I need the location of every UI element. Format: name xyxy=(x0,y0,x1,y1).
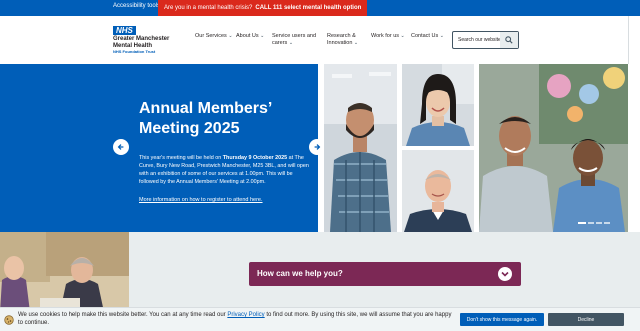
cookie-message: We use cookies to help make this website… xyxy=(18,312,452,326)
nhs-logo-badge: NHS xyxy=(113,26,136,35)
crisis-question: Are you in a mental health crisis? xyxy=(164,5,253,11)
decline-button[interactable]: Decline xyxy=(548,313,624,326)
nav-work-for-us[interactable]: Work for us ⌄ xyxy=(371,33,405,40)
logo-line-1: Greater Manchester xyxy=(113,36,170,42)
help-accordion[interactable]: How can we help you? xyxy=(249,262,521,286)
arrow-left-icon xyxy=(117,144,124,150)
search-input[interactable]: Search our website xyxy=(458,37,501,43)
register-link[interactable]: More information on how to register to a… xyxy=(139,197,263,203)
site-header: NHS Greater Manchester Mental Health NHS… xyxy=(0,16,640,64)
hero-carousel: Annual Members’ Meeting 2025 This year's… xyxy=(0,64,640,232)
nav-about-us[interactable]: About Us ⌄ xyxy=(236,33,264,40)
nav-label: Contact Us xyxy=(411,33,439,39)
community-photo xyxy=(0,232,129,312)
hero-text-panel xyxy=(0,64,318,232)
chevron-down-icon: ⌄ xyxy=(439,33,444,39)
logo-line-3: NHS Foundation Trust xyxy=(113,49,156,54)
crisis-banner[interactable]: Are you in a mental health crisis? CALL … xyxy=(158,0,368,16)
carousel-dots xyxy=(578,222,610,224)
nav-label: Service users and xyxy=(272,33,317,39)
carousel-dot-4[interactable] xyxy=(604,222,610,224)
accessibility-tools-link[interactable]: Accessibility tools xyxy=(113,3,160,9)
carousel-dot-1[interactable] xyxy=(578,222,586,224)
help-label: How can we help you? xyxy=(257,269,343,278)
hero-title: Annual Members’ Meeting 2025 xyxy=(139,100,272,137)
staff-photo-older-man xyxy=(402,150,474,232)
crisis-cta[interactable]: CALL 111 select mental health option xyxy=(255,5,361,11)
chevron-down-icon: ⌄ xyxy=(400,33,405,39)
utility-bar: Accessibility tools Are you in a mental … xyxy=(0,0,640,16)
carousel-dot-2[interactable] xyxy=(588,222,594,224)
dont-show-again-button[interactable]: Don't show this message again. xyxy=(460,313,544,326)
search-icon xyxy=(505,36,513,44)
staff-photo-man-checked-shirt xyxy=(324,64,397,232)
nav-label: Research & xyxy=(327,33,356,39)
staff-photo-woman xyxy=(402,64,474,146)
nav-service-users[interactable]: Service users and carers ⌄ xyxy=(272,33,316,47)
nav-research[interactable]: Research & Innovation ⌄ xyxy=(327,33,358,47)
nav-label-2: carers xyxy=(272,40,288,46)
nav-our-services[interactable]: Our Services ⌄ xyxy=(195,33,233,40)
nav-label: Work for us xyxy=(371,33,400,39)
chevron-down-icon: ⌄ xyxy=(288,40,294,46)
arrow-right-icon xyxy=(314,144,321,150)
nav-label-2: Innovation xyxy=(327,40,353,46)
chevron-down-icon: ⌄ xyxy=(260,33,265,39)
nav-label: Our Services xyxy=(195,33,227,39)
help-expand-button[interactable] xyxy=(498,267,512,281)
privacy-policy-link[interactable]: Privacy Policy xyxy=(227,312,264,318)
search-button[interactable] xyxy=(500,32,518,48)
chevron-down-icon xyxy=(501,271,509,277)
cookie-icon xyxy=(4,315,14,325)
chevron-down-icon: ⌄ xyxy=(228,33,233,39)
hero-body: This year's meeting will be held on Thur… xyxy=(139,155,309,185)
nav-label: About Us xyxy=(236,33,259,39)
chevron-down-icon: ⌄ xyxy=(353,40,359,46)
carousel-dot-3[interactable] xyxy=(596,222,602,224)
carousel-next-button[interactable] xyxy=(309,139,325,155)
search-box[interactable]: Search our website xyxy=(452,31,519,49)
cookie-banner: We use cookies to help make this website… xyxy=(0,307,640,331)
carousel-prev-button[interactable] xyxy=(113,139,129,155)
nav-contact-us[interactable]: Contact Us ⌄ xyxy=(411,33,444,40)
staff-photo-pair xyxy=(479,64,628,232)
